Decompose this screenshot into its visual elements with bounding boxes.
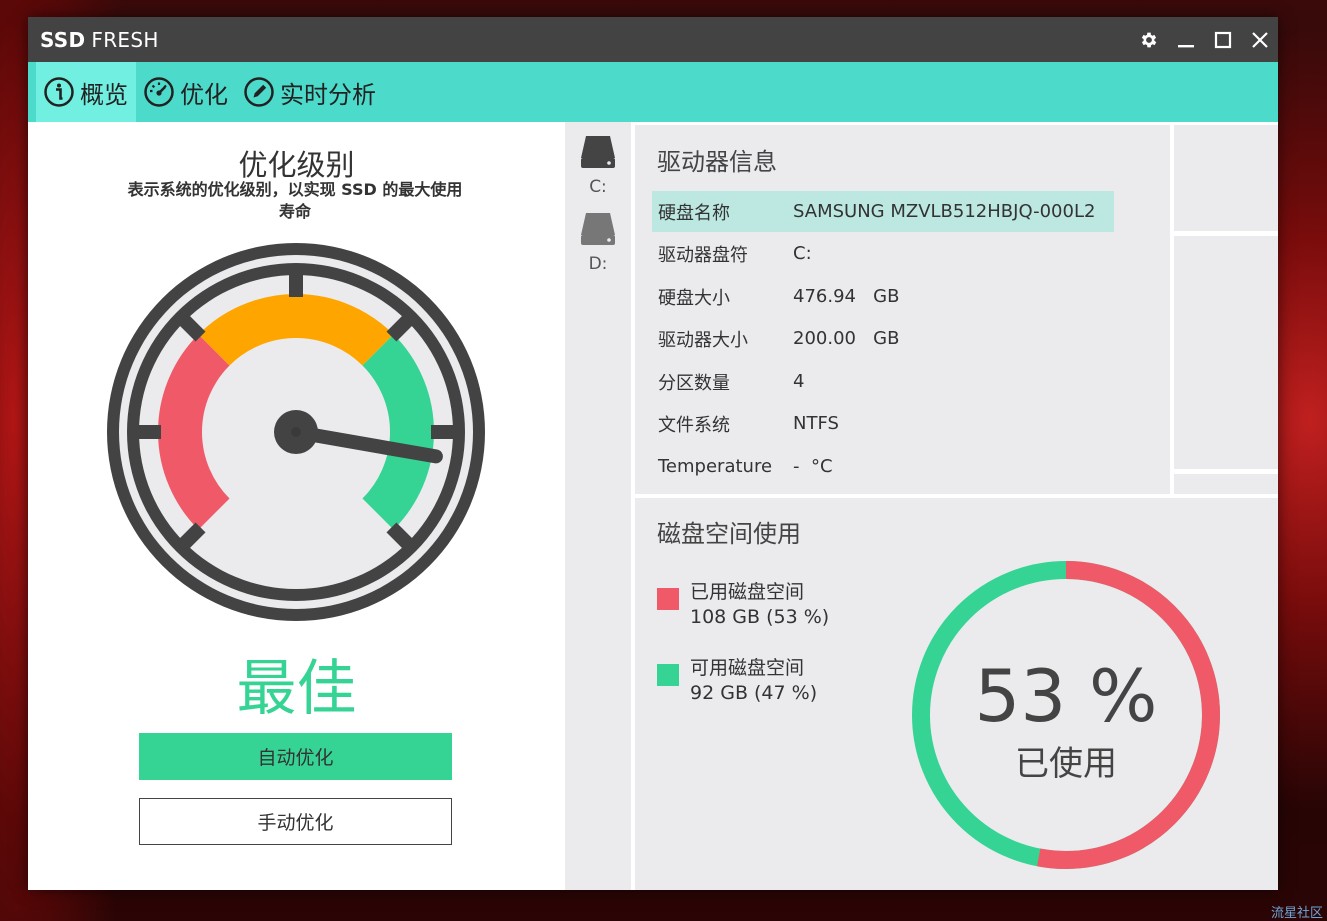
info-value: C: xyxy=(793,243,812,264)
maximize-icon xyxy=(1214,31,1231,48)
drive-info-panel: 驱动器信息 硬盘名称 SAMSUNG MZVLB512HBJQ-000L2 驱动器… xyxy=(635,125,1170,494)
minimize-button[interactable] xyxy=(1167,17,1204,62)
info-key: 文件系统 xyxy=(658,414,730,436)
auto-optimize-button[interactable]: 自动优化 xyxy=(139,733,452,780)
legend-used: 已用磁盘空间 108 GB (53 %) xyxy=(657,580,829,630)
legend-free-value: 92 GB (47 %) xyxy=(690,682,818,704)
hard-drive-icon xyxy=(581,136,615,168)
optimization-title: 优化级别 xyxy=(238,148,355,182)
close-icon xyxy=(1251,31,1268,48)
info-value: SAMSUNG MZVLB512HBJQ-000L2 xyxy=(793,201,1096,222)
info-row-disk-name: 硬盘名称 SAMSUNG MZVLB512HBJQ-000L2 xyxy=(652,191,1114,232)
side-pane-top xyxy=(1174,125,1278,231)
watermark: 流星社区 xyxy=(1270,906,1323,921)
title-bar[interactable]: SSD FRESH xyxy=(28,17,1278,62)
drive-label-d: D: xyxy=(588,254,608,274)
gear-icon xyxy=(1141,32,1156,47)
info-key: 驱动器盘符 xyxy=(658,244,748,266)
disk-usage-title: 磁盘空间使用 xyxy=(657,520,801,548)
app-title-rest: FRESH xyxy=(91,27,159,52)
app-window: SSD FRESH 概览 优化 实时分析 优化级别 表示系统的优化级别，以实现 … xyxy=(28,17,1278,890)
side-pane-bottom xyxy=(1174,474,1278,494)
drive-list: C: D: xyxy=(565,122,631,890)
legend-free: 可用磁盘空间 92 GB (47 %) xyxy=(657,656,817,706)
info-value: 200.00 GB xyxy=(793,328,900,349)
info-row-file-system: 文件系统 NTFS xyxy=(652,403,839,444)
tab-realtime-analysis-label: 实时分析 xyxy=(280,80,376,109)
app-title: SSD FRESH xyxy=(40,28,159,52)
disk-usage-panel: 磁盘空间使用 已用磁盘空间 108 GB (53 %) 可用磁盘空间 92 GB… xyxy=(635,498,1278,890)
tab-optimize[interactable]: 优化 xyxy=(136,62,236,122)
optimization-grade: 最佳 xyxy=(236,654,357,724)
legend-used-label: 已用磁盘空间 xyxy=(690,581,805,603)
info-key: 分区数量 xyxy=(658,372,730,394)
info-value: 476.94 GB xyxy=(793,286,900,307)
speedometer-icon xyxy=(142,75,176,109)
info-icon xyxy=(42,75,76,109)
settings-button[interactable] xyxy=(1130,17,1167,62)
hard-drive-icon xyxy=(581,213,615,245)
legend-free-label: 可用磁盘空间 xyxy=(690,657,805,679)
optimization-gauge xyxy=(107,243,485,621)
maximize-button[interactable] xyxy=(1204,17,1241,62)
info-row-temperature: Temperature - °C xyxy=(652,446,833,487)
minimize-icon xyxy=(1177,44,1194,47)
side-pane-middle xyxy=(1174,236,1278,469)
info-key: 驱动器大小 xyxy=(658,329,748,351)
tab-overview-label: 概览 xyxy=(80,80,128,109)
app-title-bold: SSD xyxy=(40,27,86,52)
info-key: 硬盘名称 xyxy=(658,202,730,224)
tab-overview[interactable]: 概览 xyxy=(36,62,136,122)
usage-percent-label: 已使用 xyxy=(1015,744,1117,784)
manual-optimize-button[interactable]: 手动优化 xyxy=(139,798,452,845)
drive-info-title: 驱动器信息 xyxy=(657,148,777,176)
legend-free-swatch xyxy=(657,664,679,686)
info-key: 硬盘大小 xyxy=(658,287,730,309)
optimization-subtitle: 表示系统的优化级别，以实现 SSD 的最大使用寿命 xyxy=(127,180,463,221)
info-value: 4 xyxy=(793,371,805,392)
info-value: - °C xyxy=(793,456,833,477)
drive-item-c[interactable]: C: xyxy=(565,134,631,197)
legend-used-value: 108 GB (53 %) xyxy=(690,606,830,628)
optimization-panel: 优化级别 表示系统的优化级别，以实现 SSD 的最大使用寿命 最佳 自动优化 手… xyxy=(28,122,565,890)
close-button[interactable] xyxy=(1241,17,1278,62)
tab-optimize-label: 优化 xyxy=(180,80,228,109)
drive-label-c: C: xyxy=(589,177,607,197)
legend-used-swatch xyxy=(657,588,679,610)
main-nav: 概览 优化 实时分析 xyxy=(28,62,1278,122)
info-row-partitions: 分区数量 4 xyxy=(652,361,804,402)
info-key: Temperature xyxy=(658,456,773,477)
pencil-icon xyxy=(242,75,276,109)
tab-realtime-analysis[interactable]: 实时分析 xyxy=(236,62,384,122)
info-row-drive-size: 驱动器大小 200.00 GB xyxy=(652,318,899,359)
drive-item-d[interactable]: D: xyxy=(565,211,631,274)
usage-percent: 53 % xyxy=(974,654,1158,738)
info-value: NTFS xyxy=(793,413,839,434)
info-row-disk-size: 硬盘大小 476.94 GB xyxy=(652,276,899,317)
info-row-drive-letter: 驱动器盘符 C: xyxy=(652,233,812,274)
